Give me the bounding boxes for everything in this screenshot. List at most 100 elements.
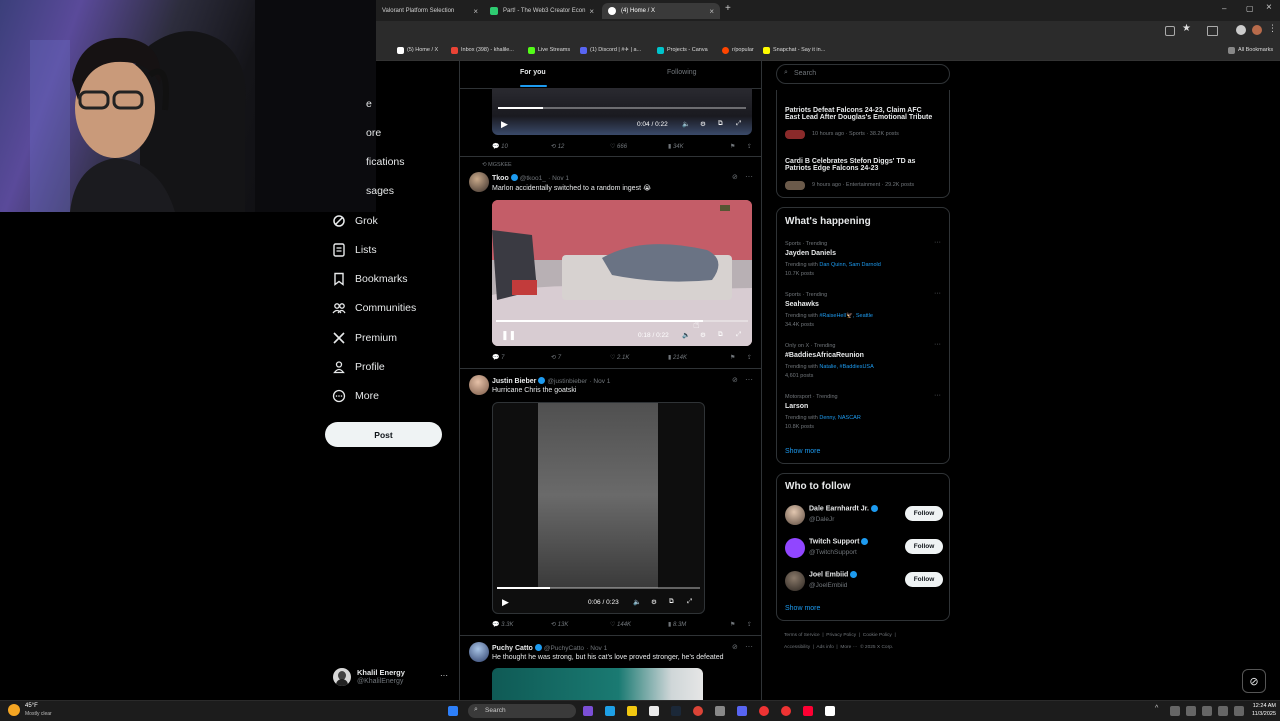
follow-button[interactable]: Follow	[905, 506, 943, 521]
nav-bookmarks[interactable]: Bookmarks	[332, 269, 408, 289]
like-button[interactable]: ♡ 144K	[610, 621, 631, 628]
follow-button[interactable]: Follow	[905, 539, 943, 554]
browser-tab[interactable]: Valorant Platform Selection ×	[376, 3, 484, 19]
follow-name[interactable]: Joel Embiid	[809, 571, 859, 578]
steam-icon[interactable]	[671, 706, 681, 716]
author-handle[interactable]: @tkoo1_	[520, 175, 546, 182]
settings-icon[interactable]: ⚙	[700, 331, 706, 339]
author-name[interactable]: Justin Bieber	[492, 378, 536, 385]
footer-links[interactable]: Accessibility | Ads info | More ··· © 20…	[784, 645, 893, 650]
chrome-icon[interactable]	[693, 706, 703, 716]
repost-button[interactable]: ⟲ 13K	[551, 621, 568, 628]
settings-icon[interactable]: ⚙	[700, 120, 706, 128]
trend-related-links[interactable]: Natalie, #BaddiesUSA	[819, 364, 873, 370]
all-bookmarks[interactable]: All Bookmarks	[1228, 44, 1273, 56]
tweet-menu-icon[interactable]: ···	[745, 642, 753, 651]
nav-more[interactable]: More	[332, 386, 379, 406]
trend-related-links[interactable]: Denny, NASCAR	[819, 415, 860, 421]
reply-button[interactable]: 💬 10	[492, 143, 508, 150]
clock-time[interactable]: 12:24 AM	[1248, 703, 1276, 709]
avatar[interactable]	[469, 375, 489, 395]
trend-menu-icon[interactable]: ···	[934, 341, 941, 348]
like-button[interactable]: ♡ 2.1K	[610, 354, 629, 361]
share-icon[interactable]: ⇪	[747, 621, 752, 628]
views-button[interactable]: ▮ 214K	[668, 354, 687, 361]
tab-for-you[interactable]: For you	[520, 69, 546, 76]
settings-icon[interactable]: ⚙	[651, 598, 657, 606]
video-progress-bar[interactable]	[498, 107, 746, 109]
video-progress-bar[interactable]	[497, 587, 700, 589]
grok-tweet-icon[interactable]: ⊘	[732, 173, 738, 181]
app-icon[interactable]	[759, 706, 769, 716]
reply-button[interactable]: 💬 7	[492, 354, 504, 361]
trend-name[interactable]: Seahawks	[785, 301, 819, 308]
tweet-video[interactable]	[492, 668, 703, 700]
grok-tweet-icon[interactable]: ⊘	[732, 376, 738, 384]
author-handle[interactable]: @justinbieber	[547, 378, 587, 385]
video-progress-bar[interactable]	[496, 320, 748, 322]
bookmark-item[interactable]: Inbox (398) - khalile...	[451, 44, 514, 56]
close-tab-icon[interactable]: ×	[473, 7, 478, 16]
fullscreen-icon[interactable]: ⤢	[736, 331, 741, 339]
nav-grok[interactable]: Grok	[332, 211, 378, 231]
like-button[interactable]: ♡ 666	[610, 143, 627, 150]
tray-icon[interactable]	[1202, 706, 1212, 716]
file-explorer-icon[interactable]	[627, 706, 637, 716]
store-icon[interactable]	[649, 706, 659, 716]
app-icon[interactable]	[781, 706, 791, 716]
bookmark-item[interactable]: (5) Home / X	[397, 44, 438, 56]
tweet-video[interactable]: ▶ 0:04 / 0:22 🔈 ⚙ ⧉ ⤢	[492, 88, 752, 135]
repost-button[interactable]: ⟲ 7	[551, 354, 561, 361]
trend-related-links[interactable]: #RaiseHell🦅, Seattle	[819, 313, 873, 319]
app-icon[interactable]	[803, 706, 813, 716]
sidepanel-icon[interactable]	[1207, 26, 1218, 36]
fullscreen-icon[interactable]: ⤢	[687, 598, 692, 606]
close-window-button[interactable]: ×	[1266, 2, 1272, 13]
news-item[interactable]: Patriots Defeat Falcons 24-23, Claim AFC…	[785, 107, 932, 121]
grok-compose-icon[interactable]: ⊘	[1242, 669, 1266, 693]
tweet-video[interactable]: ❚❚ 0:18 / 0:22 🔈 ⚙ ⧉ ⤢	[492, 200, 752, 346]
edge-icon[interactable]	[605, 706, 615, 716]
discord-icon[interactable]	[737, 706, 747, 716]
bookmark-tweet-icon[interactable]: ⚑	[730, 621, 735, 628]
trend-menu-icon[interactable]: ···	[934, 392, 941, 399]
bookmark-tweet-icon[interactable]: ⚑	[730, 143, 735, 150]
author-name[interactable]: Puchy Catto	[492, 645, 533, 652]
play-icon[interactable]: ▶	[502, 597, 509, 608]
pip-icon[interactable]: ⧉	[669, 598, 674, 606]
bookmark-item[interactable]: Snapchat - Say it in...	[763, 44, 825, 56]
close-tab-icon[interactable]: ×	[709, 7, 714, 16]
volume-icon[interactable]	[1234, 706, 1244, 716]
volume-icon[interactable]: 🔈	[682, 331, 690, 339]
bookmark-item[interactable]: (1) Discord | #✈ | a...	[580, 44, 641, 56]
show-more-follow-link[interactable]: Show more	[785, 605, 820, 612]
nav-lists[interactable]: Lists	[332, 240, 377, 260]
tweet-date[interactable]: · Nov 1	[589, 378, 610, 385]
volume-icon[interactable]: 🔈	[682, 120, 690, 128]
nav-notifications[interactable]: fications	[366, 152, 405, 172]
bookmark-tweet-icon[interactable]: ⚑	[730, 354, 735, 361]
browser-menu-icon[interactable]: ⋮	[1268, 23, 1277, 34]
bookmark-item[interactable]: r/popular	[722, 44, 754, 56]
avatar[interactable]	[469, 172, 489, 192]
author-name[interactable]: Tkoo	[492, 175, 509, 182]
nav-home[interactable]: e	[366, 94, 372, 114]
extension-icon[interactable]	[1165, 26, 1175, 36]
close-tab-icon[interactable]: ×	[589, 7, 594, 16]
share-icon[interactable]: ⇪	[747, 143, 752, 150]
trend-name[interactable]: Larson	[785, 403, 808, 410]
account-avatar[interactable]	[333, 668, 351, 686]
tweet-date[interactable]: · Nov 1	[548, 175, 569, 182]
pip-icon[interactable]: ⧉	[718, 331, 723, 339]
follow-name[interactable]: Twitch Support	[809, 538, 870, 545]
twitch-logo-icon[interactable]	[785, 538, 805, 558]
tweet-menu-icon[interactable]: ···	[745, 375, 753, 384]
fullscreen-icon[interactable]: ⤢	[736, 120, 741, 128]
trend-name[interactable]: Jayden Daniels	[785, 250, 836, 257]
app-icon[interactable]	[583, 706, 593, 716]
trend-name[interactable]: #BaddiesAfricaReunion	[785, 352, 864, 359]
clock-date[interactable]: 11/3/2025	[1248, 711, 1276, 717]
post-button[interactable]: Post	[325, 422, 442, 447]
pause-icon[interactable]: ❚❚	[501, 330, 516, 341]
tray-chevron-icon[interactable]: ^	[1155, 705, 1158, 712]
